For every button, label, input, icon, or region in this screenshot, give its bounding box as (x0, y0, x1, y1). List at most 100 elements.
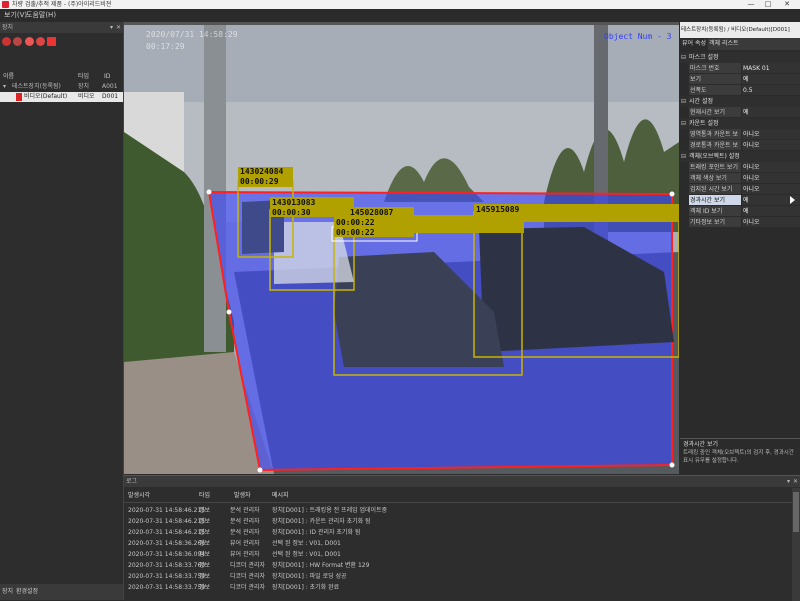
remove-device-icon[interactable] (36, 37, 45, 46)
table-row[interactable]: 비디오(Default) 비디오 D001 (0, 92, 123, 102)
property-value[interactable]: 아니오 (742, 217, 800, 227)
tab-settings[interactable]: 환경설정 (16, 584, 38, 600)
mask-handle[interactable] (257, 467, 263, 473)
menu-bar: 보기(V) 도움말(H) (0, 9, 800, 22)
log-time: 2020-07-31 14:58:36.266 (128, 540, 206, 547)
connect-icon[interactable] (2, 37, 11, 46)
log-type: 정보 (199, 529, 211, 536)
property-key: 객체 ID 보기 (689, 206, 741, 216)
description-title: 경과시간 보기 (683, 441, 719, 448)
property-value[interactable]: 아니오 (742, 129, 800, 139)
collapse-icon[interactable]: ⊟ (681, 52, 686, 63)
close-button[interactable]: ✕ (780, 0, 794, 9)
property-row[interactable]: 선폭도 0.5 (680, 85, 800, 96)
row-type: 장치 (78, 83, 90, 90)
property-row[interactable]: 영역통과 카운트 보기아니오 (680, 129, 800, 149)
log-row[interactable]: 2020-07-31 14:58:36.266 정보 뷰어 관리자 선택 된 정보 :… (124, 538, 800, 549)
log-header: 로그 ▾ ✕ (124, 476, 800, 487)
minimize-button[interactable]: — (744, 0, 758, 9)
device-table: 이름 타입 ID ▾ 테스트장치(등록됨) 장치 A001 비디오(Defaul… (0, 72, 123, 102)
add-device-icon[interactable] (25, 37, 34, 46)
app-icon (2, 1, 9, 8)
pin-icon[interactable]: ▾ (110, 22, 113, 33)
log-type: 정보 (199, 540, 211, 547)
log-row[interactable]: 2020-07-31 14:58:33.759 정보 디코더 관리자 장치[D001]… (124, 582, 800, 593)
mask-handle[interactable] (226, 309, 232, 315)
log-row[interactable]: 2020-07-31 14:58:36.094 정보 뷰어 관리자 선택 된 정보 :… (124, 549, 800, 560)
property-section[interactable]: ⊟ 카운트 설정 (680, 118, 800, 129)
pin-icon[interactable]: ▾ (787, 476, 790, 487)
device-toolbar (0, 35, 123, 49)
collapse-icon[interactable]: ⊟ (681, 118, 686, 129)
maximize-button[interactable]: □ (761, 0, 775, 9)
log-row[interactable]: 2020-07-31 14:58:33.759 정보 디코더 관리자 장치[D001]… (124, 571, 800, 582)
collapse-icon[interactable]: ⊟ (681, 96, 686, 107)
property-value[interactable]: 예 (742, 74, 800, 84)
log-panel: 로그 ▾ ✕ 발생시각 타입 발생자 메시지 2020-07-31 14:58:… (124, 475, 800, 601)
video-viewer[interactable]: 143024084 00:00:29 143013083 00:00:30 14… (124, 22, 679, 474)
property-value[interactable]: MASK 01 (742, 63, 800, 73)
log-scrollbar[interactable] (792, 488, 800, 601)
section-title: 시간 설정 (689, 98, 713, 105)
property-value[interactable]: 아니오 (742, 162, 800, 172)
log-source: 디코더 관리자 (230, 573, 266, 580)
scroll-thumb[interactable] (793, 492, 799, 532)
property-key: 영역통과 카운트 보기 (689, 129, 741, 149)
tree-toggle-icon[interactable]: ▾ (3, 82, 6, 92)
refresh-icon[interactable] (13, 37, 22, 46)
property-row[interactable]: 보기 예 (680, 74, 800, 85)
video-frame: 143024084 00:00:29 143013083 00:00:30 14… (124, 22, 679, 474)
log-type: 정보 (199, 573, 211, 580)
col-type: 타입 (78, 73, 90, 80)
log-message: 장치[D001] : 초기화 완료 (272, 584, 340, 591)
property-value[interactable]: 예 (742, 107, 800, 117)
property-row[interactable]: 객체 색상 보기 아니오 (680, 173, 800, 184)
col-type: 타입 (199, 492, 211, 499)
log-title: 로그 (126, 478, 138, 485)
tab-object-list[interactable]: 객체 리스트 (707, 38, 741, 50)
property-row[interactable]: 트래킹 포인트 보기 아니오 (680, 162, 800, 173)
property-key: 검지된 시간 보기 (689, 184, 741, 194)
log-row[interactable]: 2020-07-31 14:58:46.215 정보 분석 관리자 장치[D001] … (124, 516, 800, 527)
object-id-label: 143013083 (272, 198, 316, 207)
property-section[interactable]: ⊟ 객체(오브젝트) 설정 (680, 151, 800, 162)
menu-help[interactable]: 도움말(H) (26, 9, 56, 22)
device-panel: 장치 ▾ ✕ 이름 타입 ID ▾ 테스트장치(등록됨) 장치 A001 비디오… (0, 22, 124, 600)
property-key: 기타정보 보기 (689, 217, 741, 227)
table-row[interactable]: ▾ 테스트장치(등록됨) 장치 A001 (0, 82, 123, 92)
log-type: 정보 (199, 584, 211, 591)
properties-panel: 테스트장치(등록됨) / 비디오(Default)[D001] 뷰어 속성 객체… (680, 22, 800, 474)
property-row[interactable]: 검지된 시간 보기 아니오 (680, 184, 800, 195)
property-row[interactable]: 경로통과 카운트 보기아니오 (680, 140, 800, 160)
close-icon[interactable]: ✕ (793, 476, 798, 487)
property-section[interactable]: ⊟ 시간 설정 (680, 96, 800, 107)
log-time: 2020-07-31 14:58:33.759 (128, 573, 206, 580)
property-row[interactable]: 기타정보 보기 아니오 (680, 217, 800, 228)
mask-handle[interactable] (206, 189, 212, 195)
property-row[interactable]: 마스크 번호 MASK 01 (680, 63, 800, 74)
menu-view[interactable]: 보기(V) (4, 9, 27, 22)
property-row[interactable]: 경과시간 보기 예 (680, 195, 800, 206)
log-time: 2020-07-31 14:58:36.094 (128, 551, 206, 558)
mask-handle[interactable] (669, 191, 675, 197)
log-time: 2020-07-31 14:58:33.760 (128, 562, 206, 569)
property-row[interactable]: 객체 ID 보기 예 (680, 206, 800, 217)
property-value[interactable]: 예 (742, 206, 800, 216)
collapse-icon[interactable]: ⊟ (681, 151, 686, 162)
property-value[interactable]: 0.5 (742, 85, 800, 95)
settings-icon[interactable] (47, 37, 56, 46)
log-row[interactable]: 2020-07-31 14:58:46.215 정보 분석 관리자 장치[D001] … (124, 505, 800, 516)
property-section[interactable]: ⊟ 마스크 설정 (680, 52, 800, 63)
property-value[interactable]: 아니오 (742, 140, 800, 150)
pole-left (204, 22, 226, 352)
property-value[interactable]: 아니오 (742, 184, 800, 194)
tab-device[interactable]: 장치 (2, 584, 13, 600)
log-row[interactable]: 2020-07-31 14:58:46.215 정보 분석 관리자 장치[D001] … (124, 527, 800, 538)
property-row[interactable]: 현재시간 보기 예 (680, 107, 800, 118)
log-row[interactable]: 2020-07-31 14:58:33.760 정보 디코더 관리자 장치[D001]… (124, 560, 800, 571)
section-title: 마스크 설정 (689, 54, 719, 61)
close-icon[interactable]: ✕ (116, 22, 121, 33)
mask-handle[interactable] (669, 462, 675, 468)
property-value[interactable]: 아니오 (742, 173, 800, 183)
tab-viewer-props[interactable]: 뷰어 속성 (680, 38, 708, 50)
